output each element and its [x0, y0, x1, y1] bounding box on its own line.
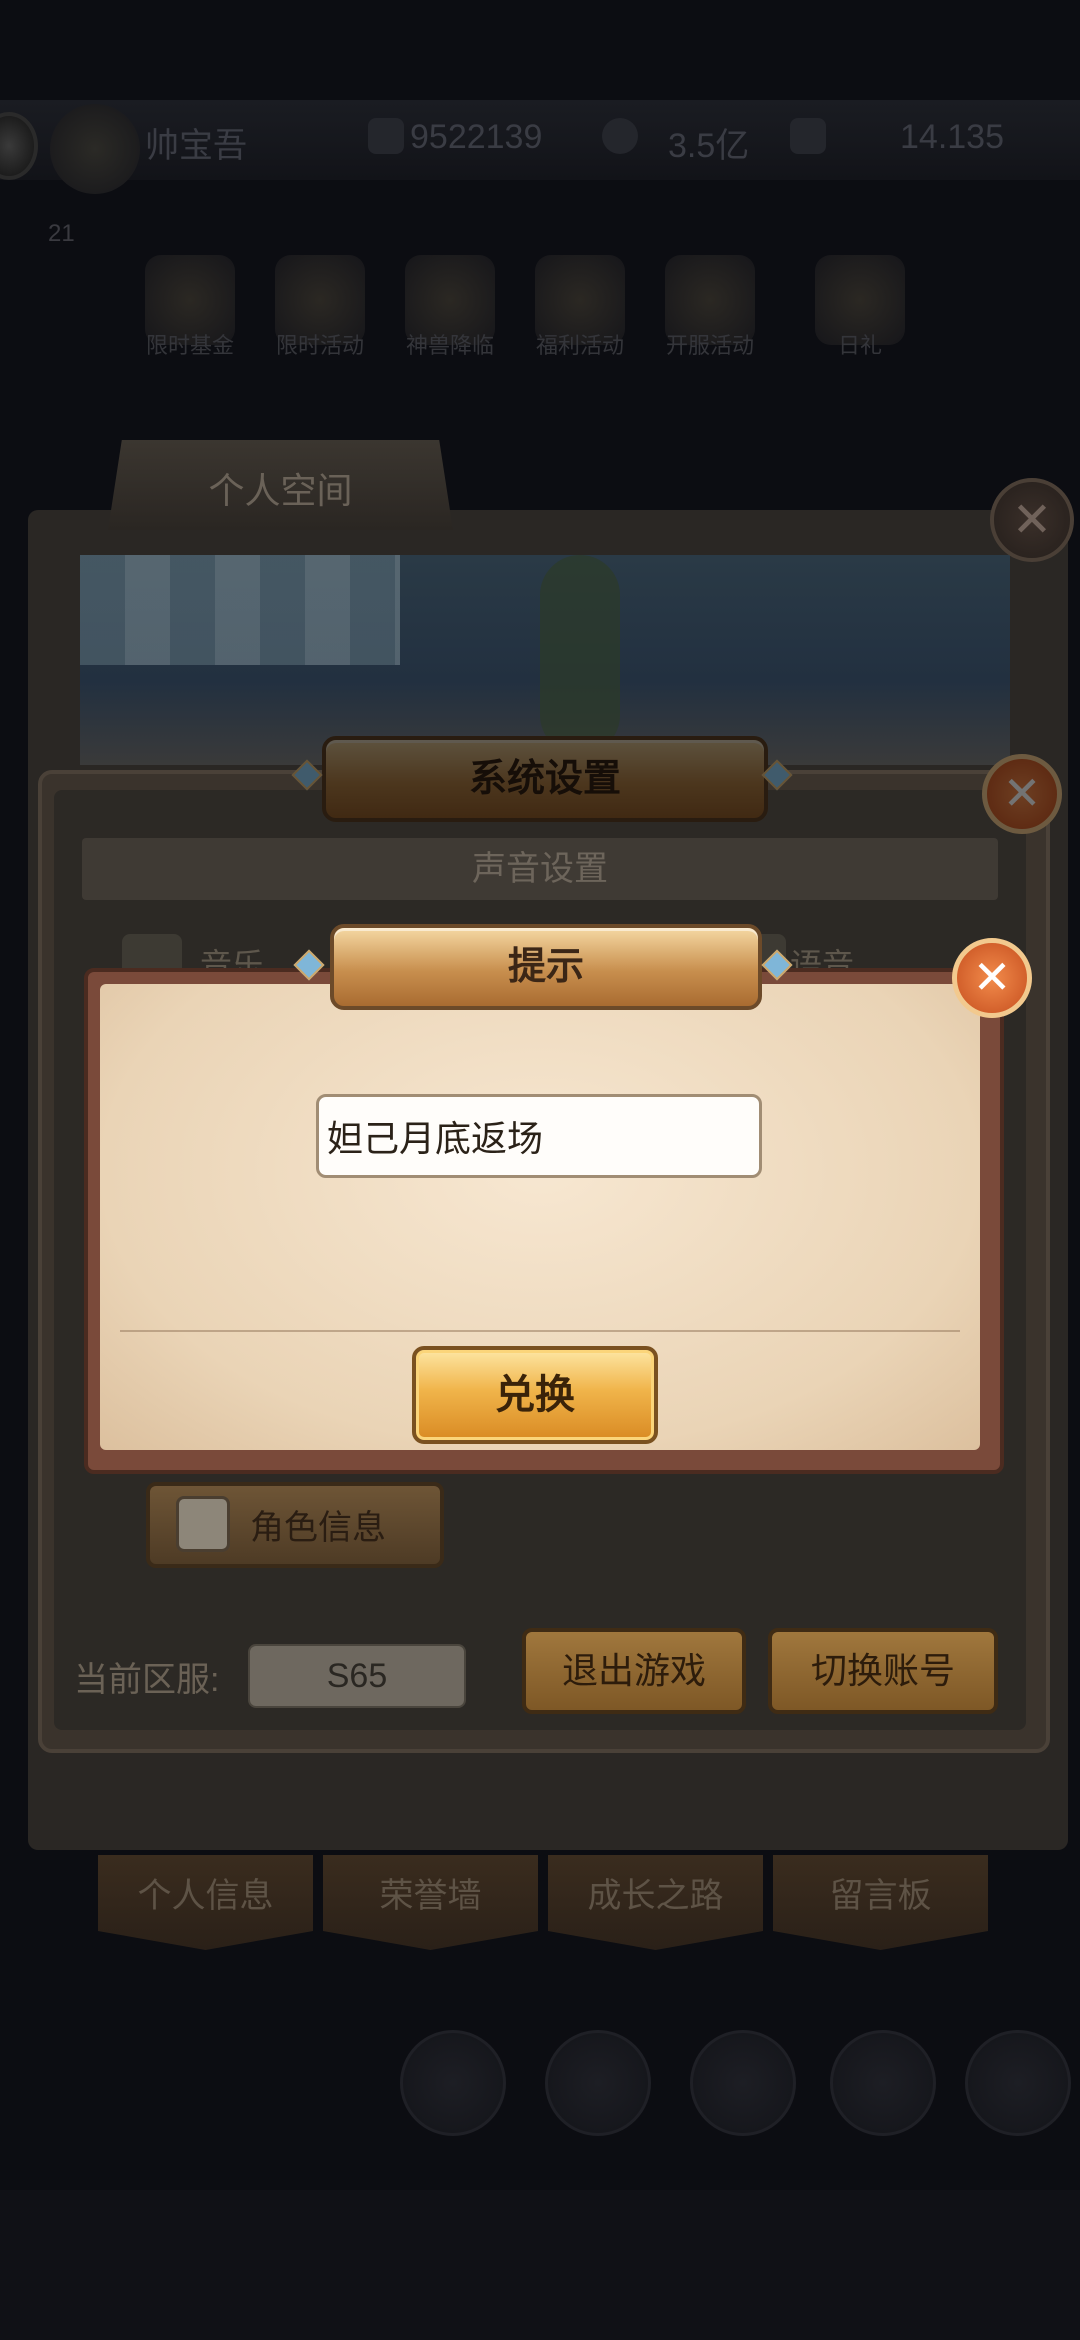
tab-label: 荣誉墙 — [379, 1877, 482, 1915]
chat-icon[interactable] — [830, 2030, 936, 2136]
mail-icon[interactable] — [690, 2030, 796, 2136]
player-avatar[interactable] — [50, 104, 140, 194]
gem-count: 14.135 — [900, 118, 1004, 156]
tab-label: 留言板 — [829, 1877, 932, 1915]
role-info-label: 角色信息 — [250, 1509, 386, 1547]
camera-icon[interactable] — [400, 2030, 506, 2136]
gem-icon — [790, 118, 826, 154]
player-level: 21 — [48, 220, 75, 247]
coin-count: 9522139 — [410, 118, 543, 156]
feature-label: 限时活动 — [275, 333, 364, 358]
personal-space-close-icon[interactable]: ✕ — [990, 478, 1074, 562]
player-name: 帅宝吾 — [145, 127, 247, 165]
system-settings-close-icon[interactable]: ✕ — [982, 754, 1062, 834]
feature-label: 福利活动 — [535, 333, 624, 358]
feature-label: 日礼 — [837, 333, 882, 358]
personal-space-scene — [80, 555, 1010, 765]
id-card-icon — [176, 1496, 230, 1552]
energy-count: 3.5亿 — [668, 127, 750, 165]
tip-divider — [120, 1330, 960, 1332]
tip-dialog-title: 提示 — [330, 924, 762, 1010]
current-server-label: 当前区服: — [74, 1661, 220, 1699]
friends-icon[interactable] — [545, 2030, 651, 2136]
redeem-code-input[interactable]: 妲己月底返场 — [316, 1094, 762, 1178]
feature-label: 开服活动 — [665, 333, 754, 358]
tab-label: 成长之路 — [587, 1877, 724, 1915]
switch-account-button[interactable]: 切换账号 — [768, 1628, 998, 1714]
game-screen: 帅宝吾 21 9522139 3.5亿 14.135 限时基金 限时活动 神兽降… — [0, 0, 1080, 2340]
sound-settings-header: 声音设置 — [82, 838, 998, 900]
energy-icon — [602, 118, 638, 154]
quit-game-button[interactable]: 退出游戏 — [522, 1628, 746, 1714]
shop-awning — [80, 555, 400, 665]
plus-icon[interactable] — [965, 2030, 1071, 2136]
current-server-value: S65 — [248, 1644, 466, 1708]
exchange-button[interactable]: 兑换 — [412, 1346, 658, 1444]
feature-label: 限时基金 — [145, 333, 234, 358]
feature-label: 神兽降临 — [405, 333, 494, 358]
tip-close-icon[interactable]: ✕ — [952, 938, 1032, 1018]
system-settings-title: 系统设置 — [322, 736, 768, 822]
scene-tree — [540, 555, 620, 755]
personal-space-title: 个人空间 — [208, 470, 353, 511]
bottom-navigation — [0, 2190, 1080, 2340]
coin-icon — [368, 118, 404, 154]
tab-label: 个人信息 — [137, 1877, 274, 1915]
